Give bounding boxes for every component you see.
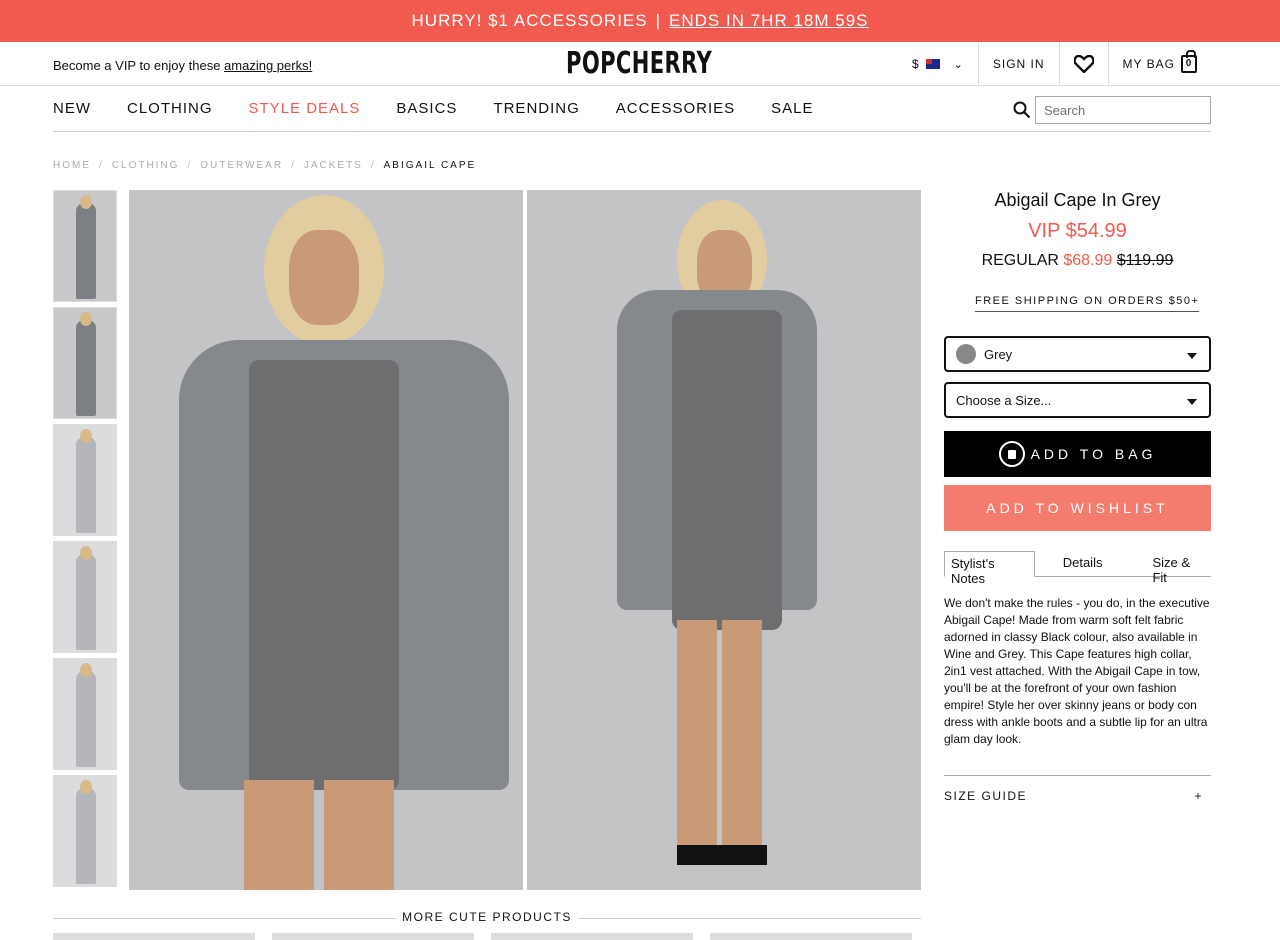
size-guide-toggle[interactable]: SIZE GUIDE + — [944, 775, 1211, 815]
color-select[interactable]: Grey — [944, 336, 1211, 372]
my-bag-label: MY BAG — [1122, 57, 1175, 71]
regular-label: REGULAR — [981, 252, 1059, 269]
product-card[interactable] — [272, 933, 474, 940]
nav-item-clothing[interactable]: CLOTHING — [127, 100, 213, 117]
stylist-notes-text: We don't make the rules - you do, in the… — [944, 596, 1210, 746]
add-to-wishlist-button[interactable]: ADD TO WISHLIST — [944, 485, 1211, 531]
main-nav: NEW CLOTHING STYLE DEALS BASICS TRENDING… — [53, 86, 1211, 132]
nav-item-basics[interactable]: BASICS — [396, 100, 457, 117]
size-placeholder: Choose a Size... — [956, 392, 1052, 408]
currency-symbol: $ — [911, 57, 920, 71]
regular-price: REGULAR $68.99 $119.99 — [944, 252, 1211, 270]
product-card[interactable] — [53, 933, 255, 940]
breadcrumb-separator: / — [291, 160, 296, 171]
breadcrumb-separator: / — [187, 160, 193, 171]
breadcrumb-separator: / — [99, 160, 104, 171]
nav-item-sale[interactable]: SALE — [771, 100, 813, 117]
vip-price: VIP $54.99 — [1028, 220, 1127, 242]
my-bag-button[interactable]: MY BAG 0 — [1107, 42, 1211, 86]
breadcrumb: HOME / CLOTHING / OUTERWEAR / JACKETS / ABIG… — [53, 160, 476, 171]
promo-text: HURRY! $1 ACCESSORIES — [411, 11, 648, 30]
add-to-wishlist-label: ADD TO WISHLIST — [986, 500, 1169, 516]
product-thumbnail[interactable] — [53, 541, 117, 653]
tab-stylists-notes[interactable]: Stylist's Notes — [944, 551, 1035, 586]
product-photo-side[interactable] — [527, 190, 921, 890]
more-products-title: MORE CUTE PRODUCTS — [53, 910, 921, 924]
product-title: Abigail Cape In Grey — [994, 190, 1161, 210]
product-thumbnail[interactable] — [53, 658, 117, 770]
product-thumbnail[interactable] — [53, 775, 117, 887]
more-products-row — [53, 933, 912, 940]
add-to-bag-button[interactable]: ADD TO BAG — [944, 431, 1211, 477]
heart-icon — [1073, 55, 1094, 73]
add-to-bag-label: ADD TO BAG — [1030, 446, 1157, 462]
breadcrumb-home[interactable]: HOME — [53, 160, 91, 171]
vip-prefix: Become a VIP to enjoy these — [53, 58, 221, 73]
currency-selector[interactable]: $ ⌄ — [898, 42, 978, 86]
top-bar: Become a VIP to enjoy these amazing perk… — [0, 42, 1280, 86]
promo-separator: | — [655, 11, 662, 30]
breadcrumb-current: ABIGAIL CAPE — [383, 160, 477, 171]
color-selected-value: Grey — [984, 346, 1013, 362]
product-thumbnail[interactable] — [53, 424, 117, 536]
size-select[interactable]: Choose a Size... — [944, 382, 1211, 418]
wishlist-heart-button[interactable] — [1058, 42, 1108, 86]
vip-message: Become a VIP to enjoy these amazing perk… — [53, 58, 312, 73]
product-thumbnail[interactable] — [53, 307, 117, 419]
product-card[interactable] — [491, 933, 693, 940]
nav-item-new[interactable]: NEW — [53, 100, 91, 117]
shopping-bag-icon: 0 — [1181, 50, 1197, 73]
breadcrumb-outerwear[interactable]: OUTERWEAR — [200, 160, 283, 171]
search-input[interactable] — [1035, 96, 1211, 124]
promo-banner: HURRY! $1 ACCESSORIES | ENDS IN 7HR 18M … — [0, 0, 1280, 42]
site-logo[interactable]: POPCHERRY — [566, 46, 712, 81]
nav-items: NEW CLOTHING STYLE DEALS BASICS TRENDING… — [53, 100, 850, 117]
chevron-down-icon: ⌄ — [953, 58, 964, 71]
promo-countdown-link[interactable]: ENDS IN 7HR 18M 59S — [669, 11, 868, 31]
sign-in-link[interactable]: SIGN IN — [977, 42, 1059, 86]
bag-icon — [998, 441, 1025, 467]
search-area — [1013, 96, 1211, 124]
nav-item-trending[interactable]: TRENDING — [493, 100, 579, 117]
vip-perks-link[interactable]: amazing perks! — [224, 58, 312, 73]
account-bar: $ ⌄ SIGN IN MY BAG 0 — [898, 42, 1211, 86]
nav-item-accessories[interactable]: ACCESSORIES — [616, 100, 735, 117]
free-shipping-link[interactable]: FREE SHIPPING ON ORDERS $50+ — [975, 295, 1200, 312]
dropdown-arrow-icon — [1187, 399, 1197, 405]
australia-flag-icon — [925, 59, 940, 69]
more-products-header: MORE CUTE PRODUCTS — [53, 908, 921, 928]
nav-item-style-deals[interactable]: STYLE DEALS — [249, 100, 361, 117]
tab-size-fit[interactable]: Size & Fit — [1146, 551, 1211, 585]
plus-icon: + — [1194, 788, 1203, 803]
color-swatch — [956, 344, 976, 364]
product-card[interactable] — [710, 933, 912, 940]
breadcrumb-jackets[interactable]: JACKETS — [304, 160, 363, 171]
product-thumbnail[interactable] — [53, 190, 117, 302]
breadcrumb-separator: / — [370, 160, 376, 171]
thumbnail-strip — [53, 190, 117, 892]
dropdown-arrow-icon — [1187, 353, 1197, 359]
tab-details[interactable]: Details — [1057, 551, 1109, 577]
original-price: $119.99 — [1116, 252, 1174, 269]
breadcrumb-clothing[interactable]: CLOTHING — [112, 160, 180, 171]
regular-sale-price: $68.99 — [1063, 252, 1113, 269]
search-icon[interactable] — [1013, 101, 1031, 119]
info-tabs: Stylist's Notes Details Size & Fit — [944, 551, 1211, 586]
product-photo-front[interactable] — [129, 190, 523, 890]
size-guide-label: SIZE GUIDE — [944, 788, 1028, 803]
